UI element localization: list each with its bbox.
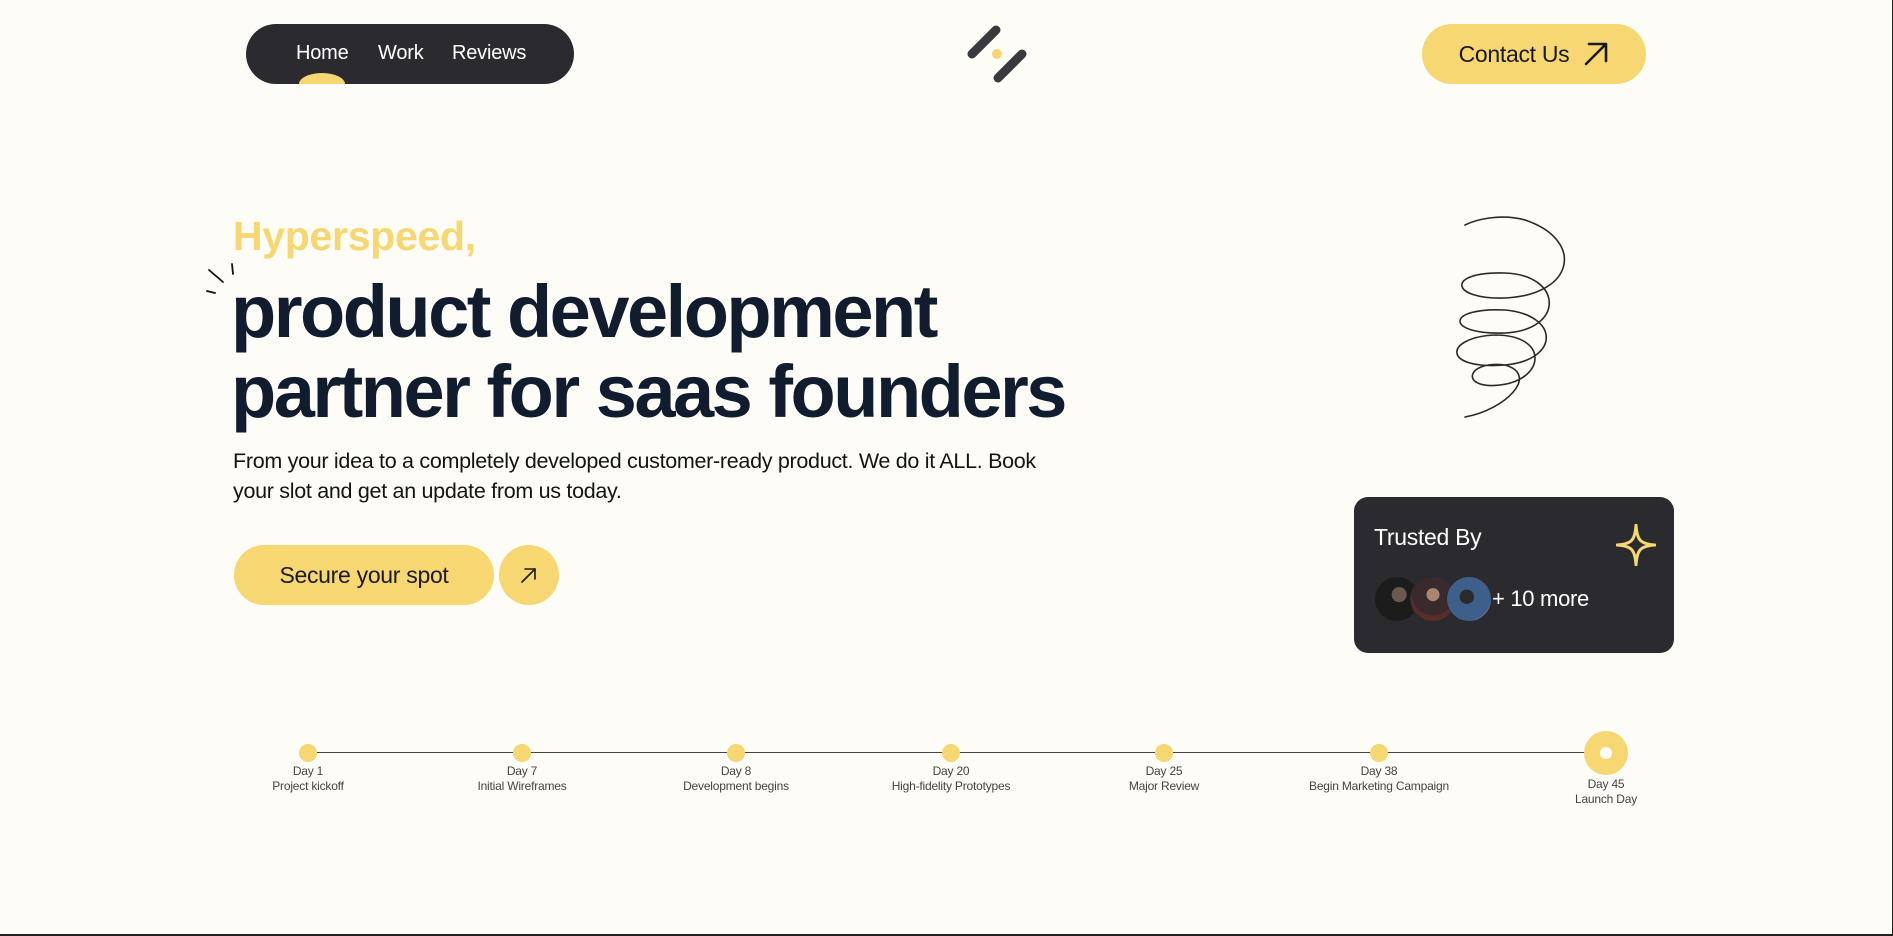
slash-dot-logo-icon[interactable] bbox=[966, 24, 1028, 84]
timeline-label: Launch Day bbox=[1574, 792, 1638, 806]
trusted-by-title: Trusted By bbox=[1374, 524, 1482, 550]
nav-home-link[interactable]: Home bbox=[296, 42, 349, 65]
timeline-dot bbox=[727, 744, 745, 762]
arrow-up-right-icon bbox=[521, 568, 536, 583]
timeline-step: Day 38 Begin Marketing Campaign bbox=[1259, 744, 1499, 794]
secure-spot-arrow-button[interactable] bbox=[499, 545, 559, 605]
spiral-doodle bbox=[1456, 216, 1566, 418]
timeline-dot bbox=[1155, 744, 1173, 762]
timeline-step: Day 7 Initial Wireframes bbox=[402, 744, 642, 794]
timeline-day: Day 45 bbox=[1587, 777, 1625, 791]
timeline-day: Day 20 bbox=[932, 764, 970, 778]
main-nav: Home Work Reviews bbox=[246, 24, 574, 84]
timeline-day: Day 38 bbox=[1360, 764, 1398, 778]
hero-headline: product development partner for saas fou… bbox=[231, 272, 1131, 432]
headline-line-1: product development bbox=[231, 270, 938, 353]
timeline-day: Day 7 bbox=[506, 764, 538, 778]
avatar-group bbox=[1374, 576, 1492, 622]
timeline-label: Project kickoff bbox=[272, 779, 344, 793]
timeline-label: High-fidelity Prototypes bbox=[891, 779, 1011, 793]
timeline-step: Day 20 High-fidelity Prototypes bbox=[831, 744, 1071, 794]
secure-spot-label: Secure your spot bbox=[279, 561, 449, 588]
timeline-day: Day 1 bbox=[292, 764, 324, 778]
timeline-label: Development begins bbox=[683, 779, 789, 793]
hero-subtext: From your idea to a completely developed… bbox=[233, 449, 1036, 503]
timeline-step: Day 8 Development begins bbox=[616, 744, 856, 794]
timeline-step: Day 1 Project kickoff bbox=[188, 744, 428, 794]
timeline-day: Day 25 bbox=[1145, 764, 1183, 778]
headline-line-2: partner for saas founders bbox=[231, 350, 1067, 433]
timeline-dot bbox=[942, 744, 960, 762]
arrow-up-right-icon bbox=[1585, 42, 1608, 66]
timeline-dot-current bbox=[1584, 731, 1628, 775]
timeline-day: Day 8 bbox=[720, 764, 752, 778]
trusted-by-card: Trusted By + 10 more bbox=[1354, 497, 1674, 653]
timeline-dot bbox=[1370, 744, 1388, 762]
timeline-label: Initial Wireframes bbox=[477, 779, 567, 793]
timeline-dot bbox=[299, 744, 317, 762]
contact-us-label: Contact Us bbox=[1458, 40, 1570, 67]
timeline-label: Begin Marketing Campaign bbox=[1309, 779, 1449, 793]
hero-kicker: Hyperspeed, bbox=[233, 213, 476, 259]
nav-reviews-link[interactable]: Reviews bbox=[452, 42, 526, 65]
timeline-step-current: Day 45 Launch Day bbox=[1486, 731, 1726, 807]
avatar bbox=[1446, 576, 1492, 622]
sparkle-icon bbox=[1616, 524, 1656, 566]
active-indicator bbox=[299, 73, 345, 84]
secure-spot-button[interactable]: Secure your spot bbox=[234, 545, 494, 605]
timeline-step: Day 25 Major Review bbox=[1044, 744, 1284, 794]
timeline-dot bbox=[513, 744, 531, 762]
trusted-more-count: + 10 more bbox=[1492, 586, 1589, 611]
timeline-label: Major Review bbox=[1128, 779, 1200, 793]
nav-work-link[interactable]: Work bbox=[378, 42, 424, 65]
contact-us-button[interactable]: Contact Us bbox=[1422, 24, 1646, 84]
